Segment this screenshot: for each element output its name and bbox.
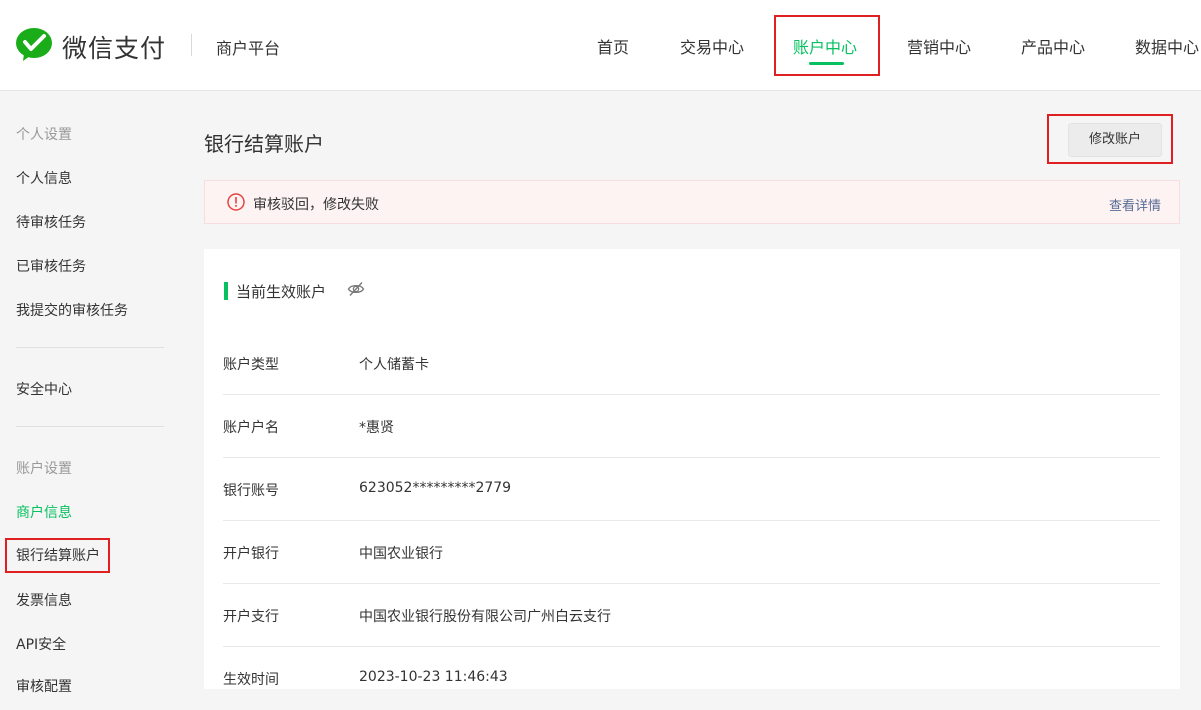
sidebar-divider [16, 347, 164, 348]
account-row: 银行账号 623052*********2779 [223, 458, 1160, 521]
wechat-pay-logo[interactable] [15, 25, 53, 63]
row-label: 账户类型 [223, 357, 279, 373]
account-card: 当前生效账户 账户类型 个人储蓄卡 账户户名 *惠贤 银行账号 623052**… [204, 249, 1180, 689]
account-row: 开户支行 中国农业银行股份有限公司广州白云支行 [223, 584, 1160, 647]
account-row: 开户银行 中国农业银行 [223, 521, 1160, 584]
row-label: 银行账号 [223, 483, 279, 499]
row-value: 个人储蓄卡 [359, 357, 429, 373]
highlight-box-sidebar [5, 538, 110, 573]
page-title: 银行结算账户 [204, 132, 324, 156]
sidebar-item-personal-info[interactable]: 个人信息 [16, 168, 72, 188]
nav-home[interactable]: 首页 [597, 34, 629, 58]
sidebar-group-personal: 个人设置 [16, 127, 72, 143]
row-value: 中国农业银行 [359, 546, 443, 562]
account-row: 账户户名 *惠贤 [223, 395, 1160, 458]
nav-product-center[interactable]: 产品中心 [1021, 34, 1085, 58]
error-alert: 审核驳回，修改失败 查看详情 [204, 180, 1180, 224]
brand-name[interactable]: 微信支付 [62, 29, 166, 65]
row-value: 中国农业银行股份有限公司广州白云支行 [359, 609, 611, 625]
row-value: 623052*********2779 [359, 480, 512, 496]
sidebar-item-api-security[interactable]: API安全 [16, 634, 66, 654]
view-details-link[interactable]: 查看详情 [1109, 195, 1161, 214]
sidebar-item-reviewed-tasks[interactable]: 已审核任务 [16, 256, 86, 276]
sidebar-item-invoice-info[interactable]: 发票信息 [16, 590, 72, 610]
row-label: 开户银行 [223, 546, 279, 562]
error-circle-icon [227, 193, 245, 211]
nav-trade-center[interactable]: 交易中心 [680, 34, 744, 58]
nav-data-center[interactable]: 数据中心 [1135, 34, 1199, 58]
header-divider [191, 34, 192, 56]
sidebar-divider [16, 426, 164, 427]
account-row: 生效时间 2023-10-23 11:46:43 [223, 647, 1160, 710]
eye-hidden-icon[interactable] [347, 280, 365, 298]
sidebar-item-review-config[interactable]: 审核配置 [16, 676, 72, 696]
section-title: 当前生效账户 [236, 283, 327, 301]
sidebar-item-merchant-info[interactable]: 商户信息 [16, 502, 72, 522]
top-header: 微信支付 商户平台 首页 交易中心 账户中心 营销中心 产品中心 数据中心 [0, 0, 1201, 91]
row-label: 生效时间 [223, 672, 279, 688]
account-row: 账户类型 个人储蓄卡 [223, 332, 1160, 395]
nav-marketing-center[interactable]: 营销中心 [907, 34, 971, 58]
platform-name: 商户平台 [216, 39, 281, 58]
highlight-box-button [1047, 114, 1173, 164]
alert-message: 审核驳回，修改失败 [253, 197, 379, 213]
sidebar-group-account: 账户设置 [16, 461, 72, 477]
highlight-box-nav [774, 15, 880, 76]
section-accent-bar [224, 282, 228, 300]
sidebar-item-pending-tasks[interactable]: 待审核任务 [16, 212, 86, 232]
row-value: *惠贤 [359, 420, 394, 436]
sidebar-item-my-submitted-tasks[interactable]: 我提交的审核任务 [16, 300, 128, 320]
row-label: 账户户名 [223, 420, 279, 436]
row-label: 开户支行 [223, 609, 279, 625]
sidebar-item-security[interactable]: 安全中心 [16, 379, 72, 399]
